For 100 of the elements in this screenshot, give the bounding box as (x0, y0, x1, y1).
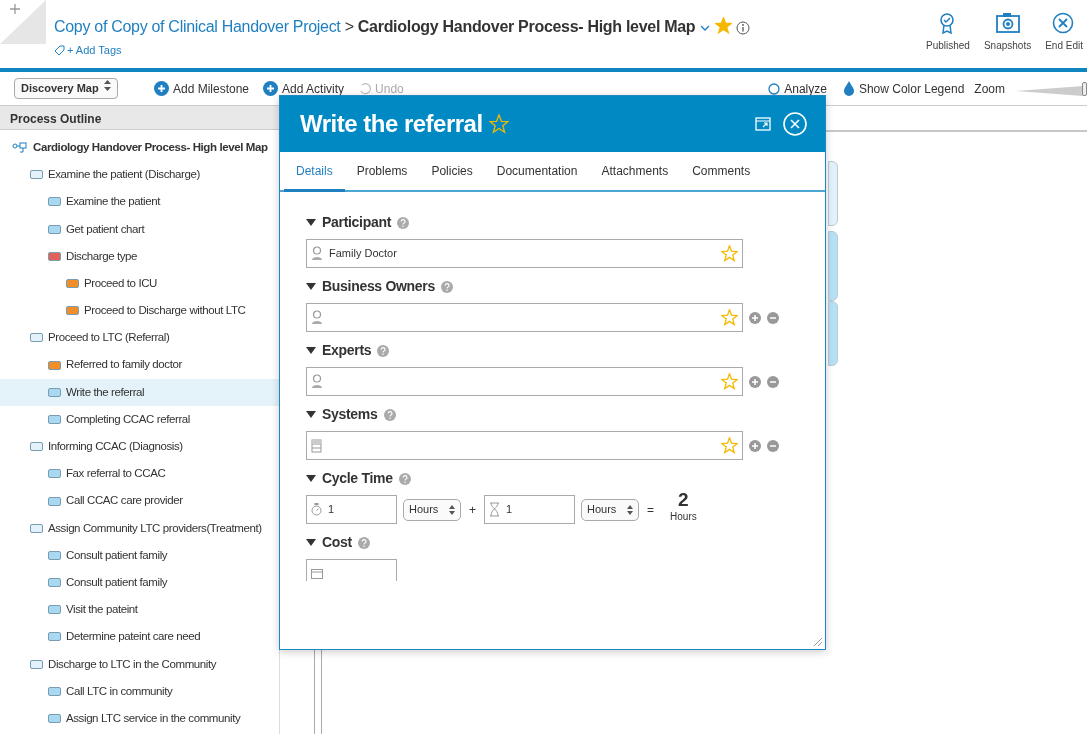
plus-sign: + (469, 501, 476, 519)
plus-icon (154, 81, 169, 96)
plus-icon[interactable] (749, 375, 761, 388)
analyze-button[interactable]: Analyze (768, 79, 827, 98)
server-icon (311, 438, 322, 453)
stopwatch-icon (311, 502, 322, 517)
tree-item[interactable]: Informing CCAC (Diagnosis) (0, 433, 279, 461)
collapse-triangle-icon[interactable] (306, 346, 316, 355)
resize-grip-icon[interactable] (813, 637, 823, 647)
add-button[interactable]: Add Milestone (154, 79, 250, 98)
collapse-triangle-icon[interactable] (306, 218, 316, 227)
section-label: Cycle Time (322, 469, 393, 488)
dialog-title: Write the referral (300, 109, 483, 139)
star-icon[interactable] (721, 373, 738, 390)
collapse-triangle-icon[interactable] (306, 538, 316, 547)
favorite-star-icon[interactable] (715, 17, 733, 34)
input-field[interactable]: 1 (306, 495, 397, 524)
tree-item[interactable]: Discharge to LTC in the Community (0, 650, 279, 678)
dialog-tab[interactable]: Problems (344, 152, 420, 192)
dialog-tab[interactable]: Attachments (589, 152, 681, 192)
popout-icon[interactable] (755, 117, 771, 131)
input-field[interactable]: 1 (484, 495, 575, 524)
action-button[interactable]: Snapshots (983, 12, 1032, 53)
tree-item[interactable]: Examine the patient (0, 188, 279, 216)
input-field[interactable] (306, 431, 743, 460)
hourglass-icon (489, 502, 500, 517)
total-value: 2 (678, 489, 689, 509)
updown-arrows-icon (449, 504, 455, 515)
color-legend-button[interactable]: Show Color Legend (842, 79, 965, 98)
breadcrumb-separator: > (343, 18, 355, 35)
breadcrumb-link[interactable]: Copy of Copy of Clinical Handover Project (54, 18, 341, 35)
dialog-tab[interactable]: Details (284, 152, 345, 192)
action-button[interactable]: Published (926, 12, 970, 53)
star-icon[interactable] (721, 309, 738, 326)
minus-icon[interactable] (767, 439, 779, 452)
help-icon[interactable] (398, 472, 411, 485)
camera-icon (995, 12, 1020, 34)
input-field[interactable] (306, 559, 397, 581)
close-icon[interactable] (783, 112, 807, 136)
tree-item[interactable]: Assign Community LTC providers(Treatment) (0, 514, 279, 542)
tree-item[interactable]: Visit the pateint (0, 596, 279, 624)
add-tags-link[interactable]: + Add Tags (67, 42, 122, 59)
tree-item[interactable]: Assign LTC service in the community (0, 704, 279, 733)
collapse-triangle-icon[interactable] (306, 282, 316, 291)
help-icon[interactable] (397, 216, 410, 229)
unit-select[interactable]: Hours (403, 498, 461, 521)
help-icon[interactable] (377, 344, 390, 357)
help-icon[interactable] (441, 280, 453, 293)
help-icon[interactable] (383, 408, 396, 421)
collapse-triangle-icon[interactable] (306, 410, 316, 419)
tree-item[interactable]: Get patient chart (0, 215, 279, 243)
section-label: Experts (322, 341, 372, 360)
total-unit: Hours (670, 509, 697, 524)
action-button[interactable]: End Edit (1045, 12, 1083, 53)
slider-thumb[interactable] (1082, 81, 1087, 96)
view-select[interactable]: Discovery Map (14, 78, 118, 99)
input-field[interactable] (306, 367, 743, 396)
panel-title: Process Outline (0, 106, 279, 130)
tree-item[interactable]: Completing CCAC referral (0, 405, 279, 434)
tree-item[interactable]: Proceed to LTC (Referral) (0, 324, 279, 352)
tree-item[interactable]: Proceed to Discharge without LTC (0, 297, 279, 325)
person-icon (311, 246, 323, 261)
add-corner-icon[interactable] (0, 0, 46, 44)
input-field[interactable]: Family Doctor (306, 239, 743, 268)
minus-icon[interactable] (767, 311, 779, 324)
input-field[interactable] (306, 303, 743, 332)
plus-icon[interactable] (749, 311, 761, 324)
tree-item[interactable]: Consult patient family (0, 569, 279, 597)
info-icon[interactable] (736, 20, 751, 35)
minus-icon[interactable] (767, 375, 779, 388)
tree-item[interactable]: Cardiology Handover Process- High level Map (0, 134, 279, 162)
activity-card[interactable] (828, 301, 838, 366)
tree-item[interactable]: Call LTC in community (0, 677, 279, 705)
star-icon[interactable] (721, 437, 738, 454)
collapse-triangle-icon[interactable] (306, 474, 316, 483)
activity-card[interactable] (828, 231, 838, 301)
dialog-tab[interactable]: Comments (680, 152, 763, 192)
favorite-star-icon[interactable] (488, 114, 509, 134)
dialog-tab[interactable]: Documentation (484, 152, 590, 192)
tree-item[interactable]: Determine pateint care need (0, 623, 279, 651)
map-title: Cardiology Handover Process- High level Map (357, 18, 696, 35)
section-label: Participant (322, 213, 392, 232)
tree-item[interactable]: Consult patient family (0, 541, 279, 569)
tree-item[interactable]: Examine the patient (Discharge) (0, 161, 279, 189)
unit-select[interactable]: Hours (581, 498, 639, 521)
tag-icon (54, 44, 65, 56)
tree-item[interactable]: Referred to family doctor (0, 351, 279, 379)
tree-item[interactable]: Write the referral (0, 378, 279, 406)
star-icon[interactable] (721, 245, 738, 262)
tree-item[interactable]: Proceed to ICU (0, 269, 279, 298)
drop-icon (842, 81, 855, 96)
tree-item[interactable]: Call CCAC care provider (0, 487, 279, 515)
help-icon[interactable] (357, 536, 370, 549)
activity-card[interactable] (828, 161, 838, 226)
tree-item[interactable]: Fax referral to CCAC (0, 460, 279, 488)
undo-icon (358, 82, 372, 95)
plus-icon[interactable] (749, 439, 761, 452)
dialog-tab[interactable]: Policies (419, 152, 485, 192)
tree-item[interactable]: Discharge type (0, 242, 279, 270)
person-icon (311, 310, 323, 325)
